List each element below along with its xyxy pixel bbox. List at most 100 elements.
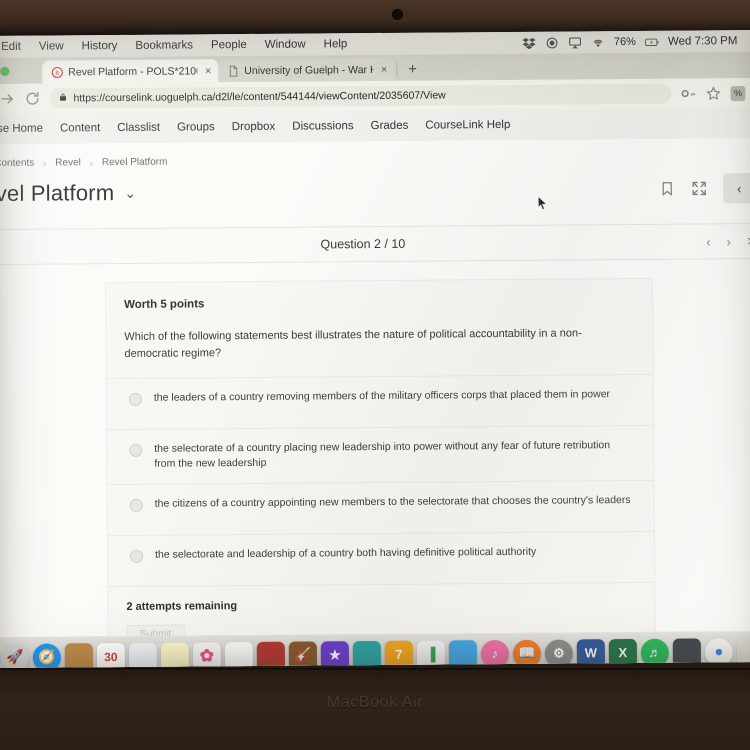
answer-option-4[interactable]: the selectorate and leadership of a coun…: [107, 532, 655, 588]
dock-icon-ibooks[interactable]: 📖: [512, 639, 541, 668]
lock-icon: [58, 91, 67, 105]
question-counter: Question 2 / 10: [320, 236, 406, 252]
answer-option-2[interactable]: the selectorate of a country placing new…: [107, 425, 654, 486]
answer-option-label: the leaders of a country removing member…: [153, 388, 611, 404]
menu-bar-clock[interactable]: Wed 7:30 PM: [668, 35, 744, 48]
dock-icon-photo-booth[interactable]: [256, 641, 285, 668]
bookmark-icon[interactable]: [659, 181, 675, 197]
dock-icon-keynote[interactable]: [448, 639, 477, 668]
breadcrumb-separator: ›: [43, 158, 47, 169]
breadcrumb-item-toc[interactable]: ole of Contents: [0, 158, 34, 170]
collapse-panel-button[interactable]: ‹: [723, 173, 750, 204]
close-icon[interactable]: ×: [205, 65, 212, 77]
menu-item-view[interactable]: View: [30, 40, 73, 52]
laptop-screen: Edit View History Bookmarks People Windo…: [0, 30, 750, 668]
menu-item-edit[interactable]: Edit: [0, 41, 30, 53]
question-header-bar: Question 2 / 10 ‹ › ×: [0, 222, 750, 265]
webcam-icon: [392, 9, 403, 20]
nav-content[interactable]: Content: [60, 122, 100, 134]
dock-icon-safari[interactable]: 🧭: [32, 642, 61, 668]
nav-classlist[interactable]: Classlist: [117, 122, 160, 134]
system-preferences-icon: ⚙: [552, 645, 565, 661]
breadcrumb-item-revel[interactable]: Revel: [55, 157, 81, 168]
menu-item-help[interactable]: Help: [315, 38, 357, 50]
toolbar-right-icons: % REF: [680, 85, 750, 102]
airplay-icon[interactable]: [568, 36, 582, 49]
safari-icon: 🧭: [38, 648, 56, 665]
answer-option-3[interactable]: the citizens of a country appointing new…: [107, 481, 654, 537]
star-icon[interactable]: [705, 85, 721, 101]
address-bar[interactable]: https://courselink.uoguelph.ca/d2l/le/co…: [49, 83, 672, 109]
chevron-down-icon[interactable]: ⌄: [124, 184, 136, 201]
dock-icon-google-chrome[interactable]: ●: [704, 637, 733, 668]
photos-icon: ✿: [199, 645, 215, 665]
nav-courselink-help[interactable]: CourseLink Help: [425, 119, 510, 132]
nav-discussions[interactable]: Discussions: [292, 120, 353, 132]
dropbox-icon[interactable]: [522, 36, 536, 49]
spotify-icon: ♬: [648, 644, 662, 660]
window-traffic-lights[interactable]: [0, 58, 42, 84]
dock-icon-imovie[interactable]: ★: [320, 640, 349, 668]
dock-icon-photos[interactable]: ✿: [192, 641, 221, 668]
dock-icon-trash[interactable]: [736, 637, 750, 666]
dock-icon-app-teal[interactable]: [352, 640, 381, 668]
new-tab-button[interactable]: +: [399, 59, 426, 81]
fullscreen-icon[interactable]: [691, 180, 707, 196]
answer-option-label: the citizens of a country appointing new…: [154, 494, 631, 511]
wifi-icon[interactable]: [591, 36, 605, 49]
tab-separator: [396, 62, 398, 77]
circle-app-icon[interactable]: [545, 36, 559, 49]
close-icon[interactable]: ×: [381, 63, 388, 75]
radio-button-icon[interactable]: [129, 443, 143, 457]
breadcrumb-item-revel-platform: Revel Platform: [101, 156, 168, 169]
key-icon[interactable]: [680, 85, 696, 101]
battery-percent-label: 76%: [613, 35, 636, 49]
question-points: Worth 5 points: [124, 298, 205, 311]
dock-icon-garageband[interactable]: 🎸: [288, 640, 317, 668]
browser-tab-inactive[interactable]: University of Guelph - War Ho: ×: [218, 57, 395, 83]
menu-item-history[interactable]: History: [73, 40, 127, 52]
next-question-button[interactable]: ›: [726, 234, 730, 249]
dock-icon-numbers[interactable]: ▐: [416, 639, 445, 668]
dock-icon-itunes[interactable]: ♪: [480, 639, 509, 668]
menu-item-people[interactable]: People: [202, 39, 256, 51]
pages-icon: 7: [395, 646, 403, 662]
address-bar-url: https://courselink.uoguelph.ca/d2l/le/co…: [73, 89, 446, 105]
answer-option-1[interactable]: the leaders of a country removing member…: [106, 374, 654, 431]
dock-icon-microsoft-word[interactable]: W: [576, 638, 605, 667]
dock-icon-system-preferences[interactable]: ⚙: [544, 638, 573, 668]
dock-icon-contacts[interactable]: [64, 642, 93, 668]
radio-button-icon[interactable]: [128, 392, 142, 406]
breadcrumb-separator: ›: [89, 157, 93, 168]
dock-icon-calendar[interactable]: 30: [96, 642, 125, 668]
dock-icon-spotify[interactable]: ♬: [640, 638, 669, 667]
numbers-icon: ▐: [426, 646, 436, 662]
dock-icon-launchpad[interactable]: 🚀: [0, 643, 29, 668]
page-title: Revel Platform: [0, 180, 115, 207]
question-prompt: Which of the following statements best i…: [106, 306, 653, 380]
previous-question-button[interactable]: ‹: [706, 234, 710, 249]
page-icon: [227, 65, 239, 77]
content-page: ole of Contents › Revel › Revel Platform…: [0, 137, 750, 668]
back-arrow-icon[interactable]: [0, 91, 16, 107]
radio-button-icon[interactable]: [130, 550, 144, 564]
dock-icon-stickies[interactable]: [160, 641, 189, 668]
svg-text:R: R: [55, 70, 59, 76]
dock-icon-preview[interactable]: [128, 642, 157, 668]
menu-item-window[interactable]: Window: [256, 38, 315, 51]
dock-icon-app-dark[interactable]: [672, 637, 701, 667]
extension-grey-icon[interactable]: %: [730, 85, 746, 101]
nav-dropbox[interactable]: Dropbox: [232, 121, 276, 133]
menu-item-bookmarks[interactable]: Bookmarks: [126, 39, 202, 52]
radio-button-icon[interactable]: [129, 499, 143, 513]
battery-charging-icon[interactable]: [645, 35, 659, 48]
nav-course-home[interactable]: urse Home: [0, 123, 43, 135]
dock-icon-reminders[interactable]: [224, 641, 253, 668]
window-button-green[interactable]: [0, 66, 10, 76]
nav-grades[interactable]: Grades: [371, 120, 409, 132]
browser-tab-active[interactable]: R Revel Platform - POLS*2100 (0 ×: [42, 59, 219, 84]
nav-groups[interactable]: Groups: [177, 121, 215, 133]
dock-icon-pages[interactable]: 7: [384, 640, 413, 668]
reload-icon[interactable]: [24, 91, 40, 107]
dock-icon-microsoft-excel[interactable]: X: [608, 638, 637, 667]
